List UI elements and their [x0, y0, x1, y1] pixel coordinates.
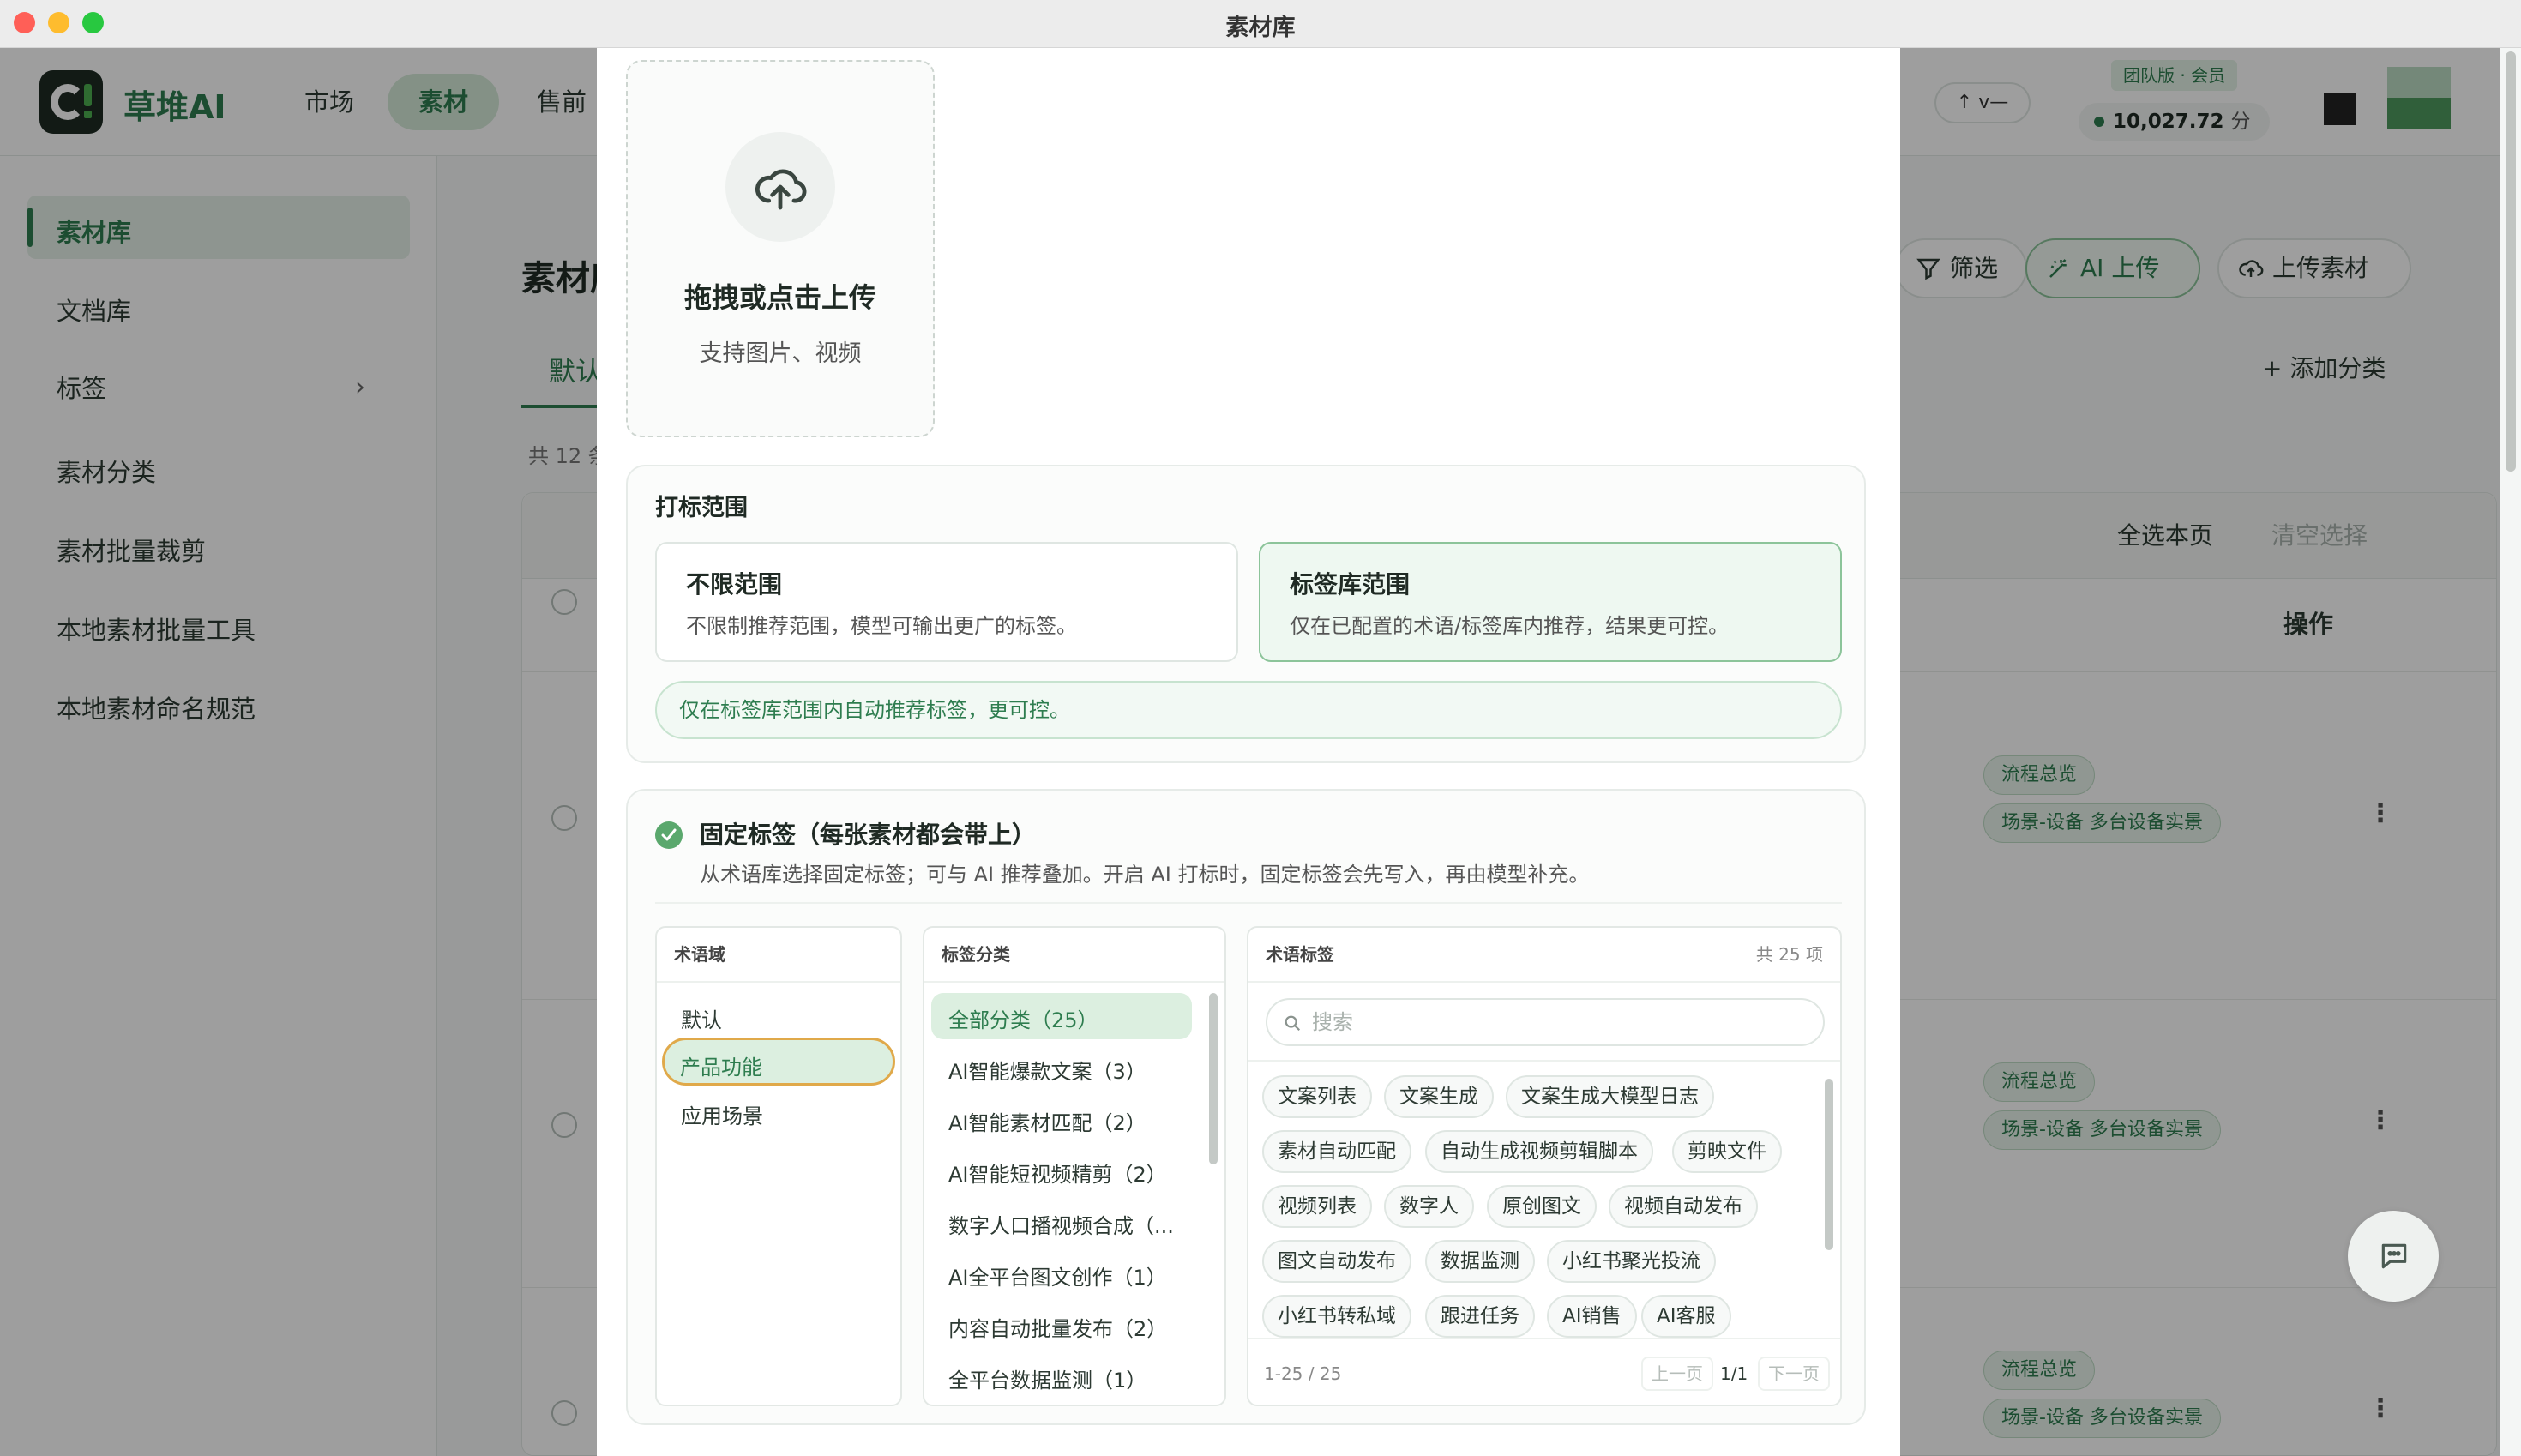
term-chip[interactable]: 数字人 — [1384, 1185, 1474, 1228]
term-search-input[interactable] — [1312, 1008, 1792, 1036]
option-desc: 仅在已配置的术语/标签库内推荐，结果更可控。 — [1290, 614, 1730, 638]
term-pagination: 1-25 / 25 上一页 1/1 下一页 — [1248, 1338, 1840, 1405]
category-item[interactable]: AI全平台图文创作（1） — [948, 1260, 1167, 1291]
tag-category-panel: 标签分类 全部分类（25） AI智能爆款文案（3） AI智能素材匹配（2） AI… — [923, 926, 1226, 1406]
term-chip[interactable]: 数据监测 — [1425, 1240, 1535, 1283]
domain-item-scenarios[interactable]: 应用场景 — [681, 1099, 763, 1129]
term-chip[interactable]: AI客服 — [1641, 1295, 1731, 1338]
scope-note: 仅在标签库范围内自动推荐标签，更可控。 — [655, 681, 1842, 739]
term-chip[interactable]: 小红书聚光投流 — [1547, 1240, 1716, 1283]
option-title: 标签库范围 — [1290, 570, 1411, 599]
term-chip[interactable]: 文案列表 — [1262, 1075, 1372, 1118]
term-domain-header: 术语域 — [657, 928, 900, 983]
domain-item-product-features[interactable]: 产品功能 — [662, 1038, 895, 1086]
term-tags-panel: 术语标签 共 25 项 文案列表 文案生成 文案生成大模型日志 素材自动匹配 自… — [1247, 926, 1842, 1406]
category-item[interactable]: 内容自动批量发布（2） — [948, 1312, 1167, 1342]
window-title: 素材库 — [1225, 15, 1296, 41]
term-chip[interactable]: 文案生成 — [1384, 1075, 1494, 1118]
term-range: 1-25 / 25 — [1264, 1363, 1342, 1384]
term-chip[interactable]: 剪映文件 — [1672, 1130, 1782, 1173]
page-indicator: 1/1 — [1720, 1363, 1748, 1384]
category-item[interactable]: 全平台数据监测（1） — [948, 1363, 1146, 1393]
category-scrollbar[interactable] — [1209, 993, 1218, 1164]
option-desc: 不限制推荐范围，模型可输出更广的标签。 — [686, 614, 1077, 638]
term-chip[interactable]: 文案生成大模型日志 — [1506, 1075, 1714, 1118]
scope-title: 打标范围 — [655, 495, 748, 521]
next-page-button[interactable]: 下一页 — [1758, 1357, 1830, 1391]
window-titlebar: 素材库 — [0, 0, 2521, 48]
term-chip[interactable]: 素材自动匹配 — [1262, 1130, 1411, 1173]
term-scrollbar[interactable] — [1825, 1079, 1833, 1250]
term-chip[interactable]: 自动生成视频剪辑脚本 — [1425, 1130, 1653, 1173]
upload-dropzone[interactable]: 拖拽或点击上传 支持图片、视频 — [626, 60, 935, 437]
dropzone-subtitle: 支持图片、视频 — [699, 340, 862, 367]
window-scrollbar[interactable] — [2500, 48, 2521, 1456]
chat-icon — [2381, 1243, 2407, 1269]
dropzone-title: 拖拽或点击上传 — [683, 281, 876, 314]
category-item[interactable]: AI智能素材匹配（2） — [948, 1106, 1146, 1136]
scope-option-unlimited[interactable]: 不限范围 不限制推荐范围，模型可输出更广的标签。 — [655, 542, 1238, 662]
scope-option-tag-library[interactable]: 标签库范围 仅在已配置的术语/标签库内推荐，结果更可控。 — [1259, 542, 1842, 662]
tagging-scope-card: 打标范围 不限范围 不限制推荐范围，模型可输出更广的标签。 标签库范围 仅在已配… — [626, 465, 1866, 763]
term-chip[interactable]: 图文自动发布 — [1262, 1240, 1411, 1283]
term-count: 共 25 项 — [1755, 944, 1823, 965]
category-item-label: 全部分类（25） — [948, 1008, 1098, 1032]
term-domain-panel: 术语域 默认 产品功能 应用场景 — [655, 926, 902, 1406]
ai-upload-modal: 拖拽或点击上传 支持图片、视频 打标范围 不限范围 不限制推荐范围，模型可输出更… — [597, 48, 1900, 1456]
fixed-tags-checkbox[interactable] — [655, 821, 683, 849]
term-chip[interactable]: 跟进任务 — [1425, 1295, 1535, 1338]
category-item[interactable]: AI智能短视频精剪（2） — [948, 1158, 1167, 1188]
term-chip[interactable]: 视频列表 — [1262, 1185, 1372, 1228]
prev-page-button[interactable]: 上一页 — [1641, 1357, 1713, 1391]
search-icon — [1285, 1015, 1301, 1032]
fixed-tags-desc: 从术语库选择固定标签；可与 AI 推荐叠加。开启 AI 打标时，固定标签会先写入… — [700, 863, 1590, 887]
term-chip[interactable]: 小红书转私域 — [1262, 1295, 1411, 1338]
term-chip[interactable]: 原创图文 — [1487, 1185, 1597, 1228]
check-icon — [661, 828, 677, 841]
option-title: 不限范围 — [686, 570, 783, 599]
upload-icon-circle — [725, 132, 835, 242]
cloud-upload-icon — [755, 169, 807, 210]
chat-button[interactable] — [2348, 1211, 2439, 1302]
domain-item-default[interactable]: 默认 — [681, 1003, 722, 1033]
fixed-tags-title: 固定标签（每张素材都会带上） — [700, 821, 1037, 849]
term-tags-header: 术语标签 — [1248, 928, 1840, 983]
category-item[interactable]: AI智能爆款文案（3） — [948, 1055, 1146, 1085]
term-chip[interactable]: AI销售 — [1547, 1295, 1637, 1338]
term-chip[interactable]: 视频自动发布 — [1609, 1185, 1758, 1228]
fixed-tags-card: 固定标签（每张素材都会带上） 从术语库选择固定标签；可与 AI 推荐叠加。开启 … — [626, 789, 1866, 1425]
category-item[interactable]: 数字人口播视频合成（... — [948, 1209, 1174, 1239]
tag-category-header: 标签分类 — [924, 928, 1224, 983]
domain-item-label: 产品功能 — [680, 1056, 762, 1080]
term-search[interactable] — [1266, 998, 1825, 1046]
category-item-all[interactable]: 全部分类（25） — [931, 993, 1192, 1039]
